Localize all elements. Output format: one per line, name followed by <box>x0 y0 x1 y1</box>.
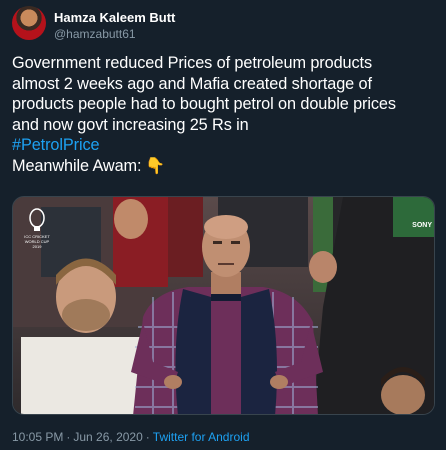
separator-dot: · <box>66 430 71 444</box>
tweet-time[interactable]: 10:05 PM <box>12 430 63 444</box>
tweet-card: Hamza Kaleem Butt @hamzabutt61 Governmen… <box>0 0 446 450</box>
badge-line: 2019 <box>33 244 43 249</box>
tweet-text: Government reduced Prices of petroleum p… <box>12 53 436 177</box>
tweet-source-link[interactable]: Twitter for Android <box>153 430 250 444</box>
user-name[interactable]: Hamza Kaleem Butt <box>54 10 175 25</box>
tweet-date[interactable]: Jun 26, 2020 <box>73 430 142 444</box>
tweet-line: Government reduced Prices of petroleum p… <box>12 54 372 72</box>
tweet-photo[interactable]: ICC CRICKET WORLD CUP 2019 SONY <box>12 196 435 415</box>
tweet-closing-text: Meanwhile Awam: <box>12 156 142 175</box>
broadcaster-logo: SONY <box>412 222 432 229</box>
separator-dot: · <box>145 430 150 444</box>
hashtag-link[interactable]: #PetrolPrice <box>12 136 100 154</box>
user-handle[interactable]: @hamzabutt61 <box>54 27 136 41</box>
pointing-down-icon: 👇 <box>145 157 166 175</box>
tweet-line: products people had to bought petrol on … <box>12 95 396 113</box>
avatar[interactable] <box>12 6 46 40</box>
tweet-line: almost 2 weeks ago and Mafia created sho… <box>12 74 372 93</box>
tweet-footer: 10:05 PM · Jun 26, 2020 · Twitter for Androi… <box>12 430 250 444</box>
tweet-line: and now govt increasing 25 Rs in <box>12 115 249 134</box>
stadium-photo: ICC CRICKET WORLD CUP 2019 SONY <box>13 197 434 414</box>
